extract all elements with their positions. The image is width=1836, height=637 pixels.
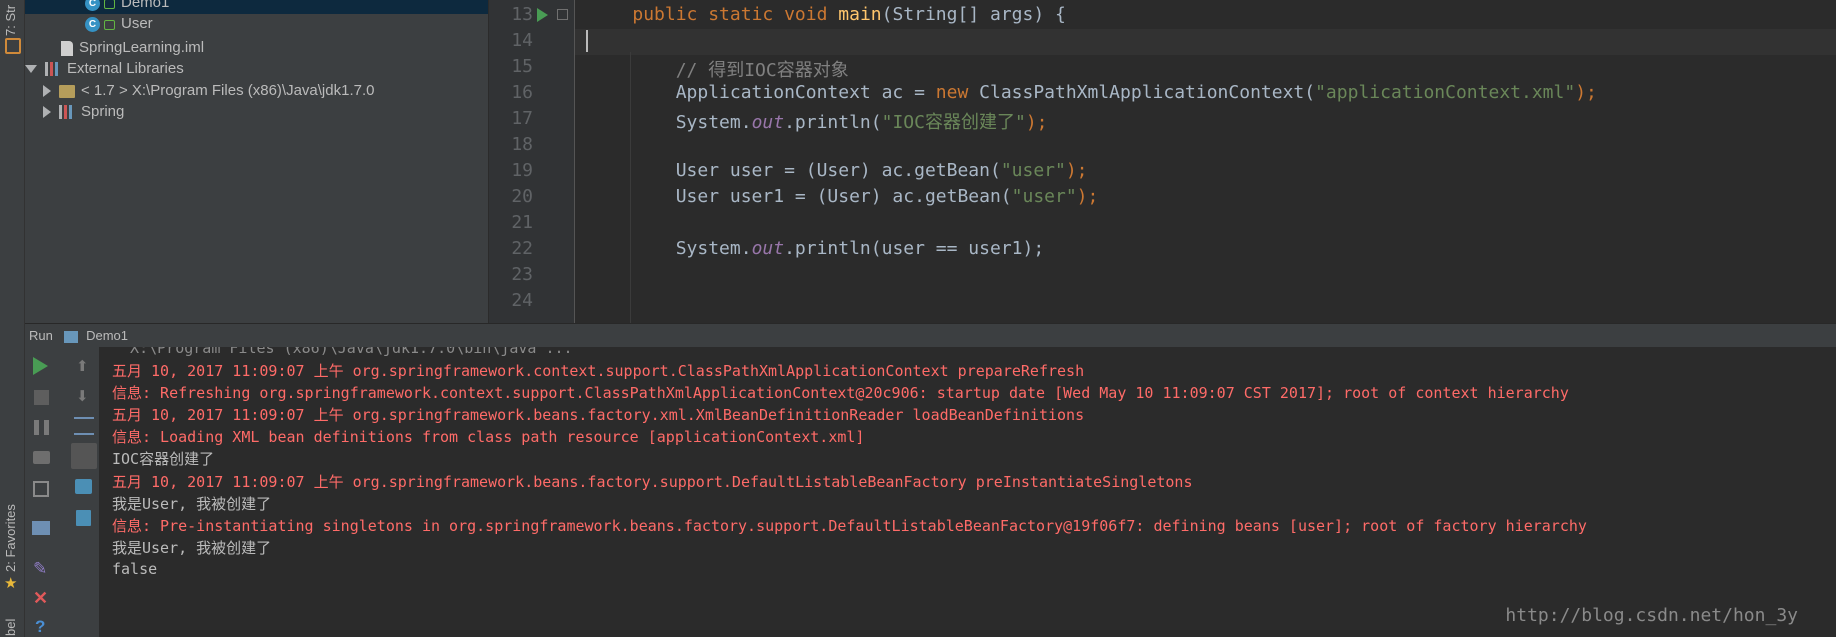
favorites-tool-tab[interactable]: 2: Favorites <box>3 504 18 572</box>
console-line: 信息: Loading XML bean definitions from cl… <box>112 428 865 446</box>
soft-wrap-icon[interactable] <box>74 417 94 435</box>
help-icon[interactable]: ? <box>35 617 55 637</box>
line-number: 14 <box>511 30 533 51</box>
line-number: 13 <box>511 4 533 25</box>
code-line-15: // 得到IOC容器对象 <box>589 60 849 81</box>
tree-item-label: < 1.7 > X:\Program Files (x86)\Java\jdk1… <box>81 82 375 99</box>
code-editor[interactable]: 13 14 15 16 17 18 19 20 21 22 23 24 publ… <box>489 0 1836 323</box>
camera-icon[interactable] <box>33 451 50 464</box>
arrow-up-icon[interactable]: ⬆ <box>76 357 96 377</box>
run-gutter-icon[interactable] <box>537 8 548 22</box>
line-number: 17 <box>511 108 533 129</box>
current-line-highlight <box>575 29 1836 55</box>
print-icon[interactable] <box>75 479 92 494</box>
tree-item-user[interactable]: C User <box>85 13 153 35</box>
console-line: 五月 10, 2017 11:09:07 上午 org.springframew… <box>112 473 1193 491</box>
tree-item-label: User <box>121 15 153 32</box>
bottom-tool-tab[interactable]: bel <box>3 619 18 636</box>
chevron-right-icon[interactable] <box>43 106 51 119</box>
line-number: 22 <box>511 238 533 259</box>
project-tree-panel: C Demo1 C User SpringLearning.iml External… <box>25 0 488 323</box>
tree-item-external-libraries[interactable]: External Libraries <box>25 58 184 80</box>
class-icon: C <box>85 0 100 11</box>
run-config-tab[interactable]: Demo1 <box>86 328 128 343</box>
run-config-icon <box>64 330 79 343</box>
chevron-down-icon[interactable] <box>25 65 37 74</box>
editor-gutter: 13 14 15 16 17 18 19 20 21 22 23 24 <box>489 0 575 323</box>
line-number: 16 <box>511 82 533 103</box>
layout-icon[interactable] <box>32 521 50 535</box>
console-line: X:\Program Files (x86)\Java\jdk1.7.0\bin… <box>112 347 573 357</box>
run-panel-header: Run Demo1 <box>25 323 1836 348</box>
code-line-17: System.out.println("IOC容器创建了"); <box>589 112 1048 133</box>
line-number: 15 <box>511 56 533 77</box>
line-number: 24 <box>511 290 533 311</box>
arrow-down-icon[interactable]: ⬇ <box>76 387 96 407</box>
structure-icon[interactable] <box>5 38 21 54</box>
chevron-right-icon[interactable] <box>43 85 51 98</box>
login-icon[interactable] <box>33 481 49 497</box>
line-number: 20 <box>511 186 533 207</box>
console-line: 我是User, 我被创建了 <box>112 539 272 557</box>
rerun-icon[interactable] <box>33 357 48 375</box>
console-line: 信息: Pre-instantiating singletons in org.… <box>112 517 1587 535</box>
tree-item-label: SpringLearning.iml <box>79 39 205 56</box>
scroll-to-end-icon[interactable] <box>71 443 97 469</box>
console-line: 五月 10, 2017 11:09:07 上午 org.springframew… <box>112 362 1085 380</box>
jdk-folder-icon <box>59 84 75 98</box>
lock-icon <box>104 0 115 10</box>
line-number: 19 <box>511 160 533 181</box>
run-toolbar-left: ✎ ✕ ? <box>25 347 69 637</box>
tree-item-label: External Libraries <box>67 60 184 77</box>
stop-icon[interactable] <box>34 390 49 405</box>
code-line-16: ApplicationContext ac = new ClassPathXml… <box>589 82 1597 103</box>
library-icon <box>59 105 75 120</box>
lock-icon <box>104 20 115 31</box>
trash-icon[interactable] <box>76 510 91 526</box>
class-icon: C <box>85 16 100 32</box>
tree-item-label: Demo1 <box>121 0 170 11</box>
line-number: 21 <box>511 212 533 233</box>
line-number: 18 <box>511 134 533 155</box>
left-tool-strip: 7: Str 2: Favorites ★ bel <box>0 0 25 637</box>
console-line: 我是User, 我被创建了 <box>112 495 272 513</box>
text-caret <box>586 30 588 52</box>
console-line: 信息: Refreshing org.springframework.conte… <box>112 384 1569 402</box>
console-output[interactable]: X:\Program Files (x86)\Java\jdk1.7.0\bin… <box>100 347 1836 637</box>
console-line: 五月 10, 2017 11:09:07 上午 org.springframew… <box>112 406 1085 424</box>
pause-icon[interactable] <box>34 420 49 435</box>
tree-item-iml-file[interactable]: SpringLearning.iml <box>61 37 204 59</box>
file-icon <box>61 40 73 56</box>
libraries-icon <box>45 62 61 77</box>
structure-tool-tab[interactable]: 7: Str <box>3 5 18 36</box>
tree-item-spring[interactable]: Spring <box>25 101 124 123</box>
console-line: IOC容器创建了 <box>112 450 215 468</box>
star-icon[interactable]: ★ <box>4 576 17 591</box>
code-line-20: User user1 = (User) ac.getBean("user"); <box>589 186 1099 207</box>
tree-item-jdk[interactable]: < 1.7 > X:\Program Files (x86)\Java\jdk1… <box>25 80 374 102</box>
line-number: 23 <box>511 264 533 285</box>
pin-icon[interactable]: ✎ <box>33 559 53 579</box>
code-line-19: User user = (User) ac.getBean("user"); <box>589 160 1088 181</box>
code-line-13: public static void main(String[] args) { <box>632 4 1066 25</box>
tree-item-label: Spring <box>81 103 125 120</box>
code-line-22: System.out.println(user == user1); <box>589 238 1045 259</box>
watermark: http://blog.csdn.net/hon_3y <box>1505 605 1798 626</box>
console-line: false <box>112 560 158 578</box>
fold-icon[interactable] <box>557 9 568 20</box>
close-icon[interactable]: ✕ <box>33 588 53 608</box>
run-toolbar-right: ⬆ ⬇ <box>69 347 100 637</box>
tree-item-demo1[interactable]: C Demo1 <box>25 0 488 14</box>
run-panel-title: Run <box>29 328 53 343</box>
